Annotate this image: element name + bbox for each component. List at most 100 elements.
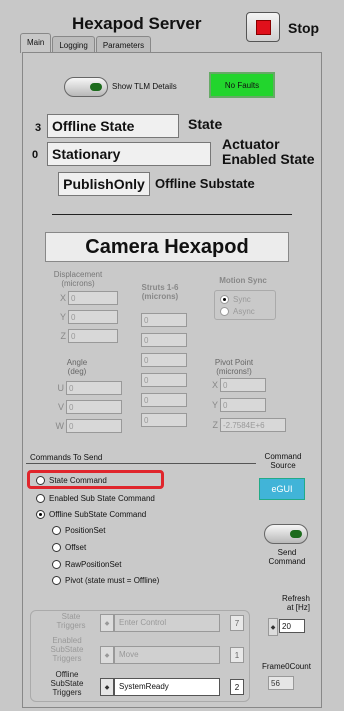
actuator-label-line1: Actuator [222, 136, 280, 152]
refresh-label-line1: Refresh [281, 594, 310, 603]
angle-label: Angle (deg) [52, 358, 102, 376]
pivot-label-line1: Pivot Point [214, 358, 254, 367]
refresh-label: Refresh at [Hz] [278, 594, 310, 612]
angle-label-line2: (deg) [67, 367, 87, 376]
pivot-z-value: -2.7584E+6 [220, 418, 286, 432]
offline-trigger-enum[interactable]: SystemReady [114, 678, 220, 696]
show-tlm-label: Show TLM Details [112, 82, 177, 91]
substate-label: Offline Substate [155, 176, 255, 191]
strut-4-value: 0 [141, 373, 187, 387]
show-tlm-toggle[interactable] [64, 77, 108, 97]
suboption-offset-label: Offset [65, 543, 87, 552]
disp-y-axis: Y [59, 312, 66, 322]
tab-logging[interactable]: Logging [52, 36, 95, 53]
send-command-label-line2: Command [268, 557, 306, 566]
state-trigger-index: 7 [230, 615, 244, 631]
struts-label-line1: Struts 1-6 [141, 283, 179, 292]
actuator-label: Actuator Enabled State [222, 137, 315, 167]
commands-title: Commands To Send [30, 453, 103, 462]
angle-v-value: 0 [66, 400, 122, 414]
enabled-trigger-index: 1 [230, 647, 244, 663]
angle-u-axis: U [57, 383, 65, 393]
command-offline-label: Offline SubState Command [49, 510, 147, 519]
disp-y-value: 0 [68, 310, 118, 324]
enabled-trigger-enum[interactable]: Move [114, 646, 220, 664]
offline-substate-triggers-label: Offline SubState Triggers [44, 670, 90, 697]
disp-x-value: 0 [68, 291, 118, 305]
state-trigger-enum[interactable]: Enter Control [114, 614, 220, 632]
refresh-label-line2: at [Hz] [286, 603, 310, 612]
motion-sync-async-label: Async [233, 307, 255, 316]
strut-3-value: 0 [141, 353, 187, 367]
motion-sync-label: Motion Sync [219, 276, 267, 285]
angle-v-axis: V [57, 402, 64, 412]
state-number: 3 [35, 122, 42, 134]
pivot-z-axis: Z [212, 420, 219, 430]
motion-sync-option-sync[interactable]: Sync [220, 295, 251, 304]
actuator-number: 0 [32, 149, 39, 161]
pivot-x-value: 0 [220, 378, 266, 392]
command-option-enabled-substate[interactable]: Enabled Sub State Command [36, 494, 155, 503]
refresh-value[interactable]: 20 [279, 619, 305, 633]
command-option-state[interactable]: State Command [36, 476, 107, 485]
suboption-pivot[interactable]: Pivot (state must = Offline) [52, 576, 159, 585]
command-option-offline-substate[interactable]: Offline SubState Command [36, 510, 146, 519]
tab-bar: Main Logging Parameters [20, 33, 152, 53]
radio-icon [52, 526, 61, 535]
angle-w-value: 0 [66, 419, 122, 433]
radio-icon [220, 295, 229, 304]
divider [52, 214, 292, 215]
stop-icon [255, 19, 271, 35]
command-source-value[interactable]: eGUI [259, 478, 305, 500]
state-triggers-label: State Triggers [48, 612, 94, 630]
strut-1-value: 0 [141, 313, 187, 327]
state-label: State [188, 116, 223, 132]
pivot-label-line2: (microns!) [216, 367, 252, 376]
suboption-offset[interactable]: Offset [52, 543, 86, 552]
app-title: Hexapod Server [72, 14, 202, 33]
state-triggers-label-line2: Triggers [56, 621, 86, 630]
faults-indicator: No Faults [209, 72, 275, 98]
offline-trigger-index: 2 [230, 679, 244, 695]
pivot-label: Pivot Point (microns!) [204, 358, 264, 376]
displacement-label-line2: (microns) [61, 279, 95, 288]
enabled-triggers-line1: Enabled [52, 636, 82, 645]
radio-icon [36, 494, 45, 503]
state-value: Offline State [47, 114, 179, 138]
substate-value: PublishOnly [58, 172, 150, 196]
pivot-x-axis: X [211, 380, 218, 390]
disp-x-axis: X [59, 293, 66, 303]
state-triggers-label-line1: State [61, 612, 81, 621]
motion-sync-sync-label: Sync [233, 295, 251, 304]
command-enabled-label: Enabled Sub State Command [49, 494, 155, 503]
displacement-label: Displacement (microns) [48, 270, 108, 288]
actuator-state-value: Stationary [47, 142, 211, 166]
radio-icon [52, 576, 61, 585]
suboption-positionset[interactable]: PositionSet [52, 526, 105, 535]
disp-z-value: 0 [68, 329, 118, 343]
frame-count-value: 56 [268, 676, 294, 690]
angle-w-axis: W [55, 421, 65, 431]
enabled-trigger-spin[interactable]: ◆ [100, 646, 114, 664]
pivot-y-axis: Y [211, 400, 218, 410]
command-source-label: Command Source [262, 452, 304, 470]
struts-label-line2: (microns) [141, 292, 179, 301]
stop-button[interactable] [246, 12, 280, 42]
offline-trigger-spin[interactable]: ◆ [100, 678, 114, 696]
displacement-label-line1: Displacement [53, 270, 103, 279]
strut-2-value: 0 [141, 333, 187, 347]
tab-main[interactable]: Main [20, 33, 52, 53]
suboption-rawpositionset[interactable]: RawPositionSet [52, 560, 121, 569]
suboption-positionset-label: PositionSet [65, 526, 106, 535]
strut-6-value: 0 [141, 413, 187, 427]
state-trigger-spin[interactable]: ◆ [100, 614, 114, 632]
radio-icon [36, 510, 45, 519]
tab-parameters[interactable]: Parameters [95, 36, 152, 53]
suboption-pivot-label: Pivot (state must = Offline) [65, 576, 160, 585]
radio-icon [220, 307, 229, 316]
motion-sync-option-async[interactable]: Async [220, 307, 255, 316]
refresh-spin[interactable]: ◆ [268, 618, 278, 636]
actuator-label-line2: Enabled State [222, 151, 315, 167]
enabled-substate-triggers-label: Enabled SubState Triggers [44, 636, 90, 663]
send-command-toggle[interactable] [264, 524, 308, 544]
